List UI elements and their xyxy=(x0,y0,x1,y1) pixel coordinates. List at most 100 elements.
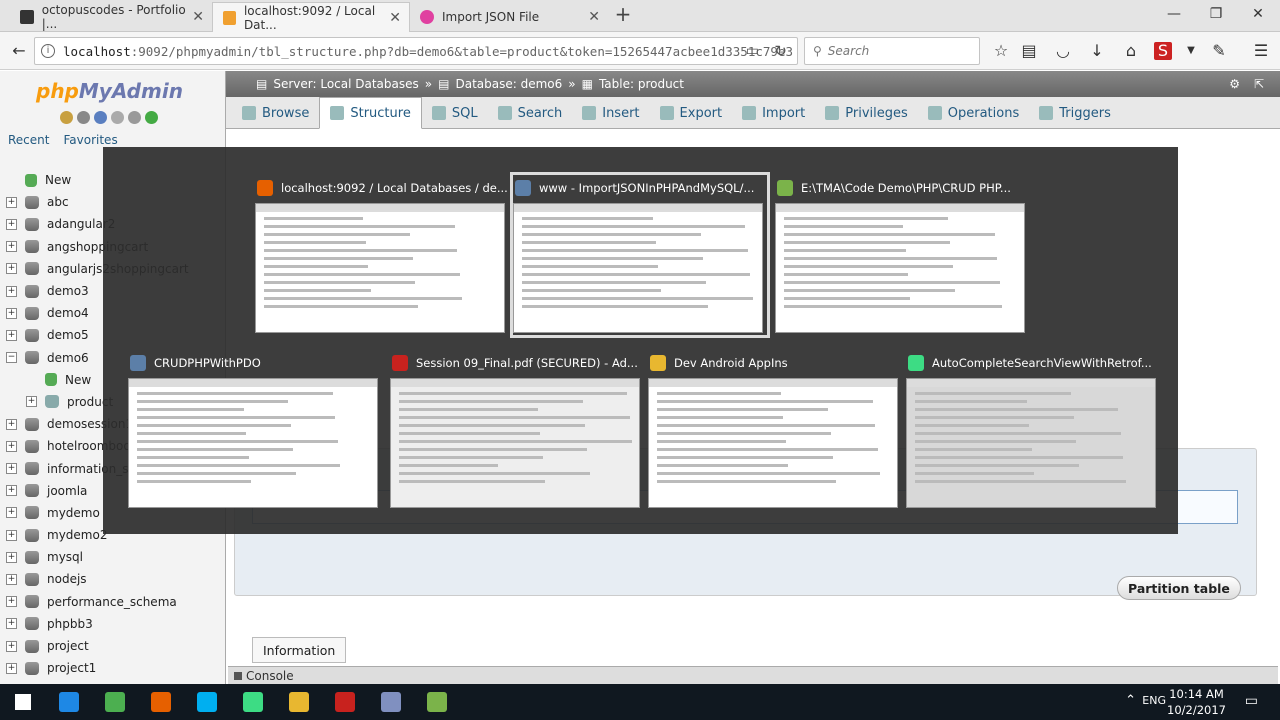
switcher-window[interactable]: localhost:9092 / Local Databases / de... xyxy=(255,175,509,335)
extension-icon[interactable]: ✎ xyxy=(1208,40,1230,62)
close-icon[interactable]: ✕ xyxy=(192,9,204,25)
address-bar[interactable]: i localhost:9092/phpmyadmin/tbl_structur… xyxy=(34,37,798,65)
close-icon[interactable]: ✕ xyxy=(588,9,600,25)
expand-icon[interactable]: + xyxy=(6,551,17,563)
expand-icon[interactable]: + xyxy=(6,529,17,541)
tab-operations[interactable]: Operations xyxy=(918,97,1029,129)
tab-browse[interactable]: Browse xyxy=(232,97,319,129)
expand-icon[interactable]: + xyxy=(6,329,17,341)
switcher-window[interactable]: CRUDPHPWithPDO xyxy=(128,350,382,510)
expand-icon[interactable]: + xyxy=(26,396,37,408)
language-indicator[interactable]: ENG xyxy=(1142,694,1166,707)
expand-icon[interactable]: + xyxy=(6,640,17,652)
information-button[interactable]: Information xyxy=(252,637,347,663)
help-icon[interactable] xyxy=(94,111,107,124)
clock[interactable]: 10:14 AM 10/2/2017 xyxy=(1167,686,1226,718)
acrobat-icon[interactable] xyxy=(322,684,368,720)
minimize-icon[interactable]: — xyxy=(1164,6,1184,26)
expand-icon[interactable]: + xyxy=(6,241,17,253)
skype-icon[interactable] xyxy=(184,684,230,720)
breadcrumb-server[interactable]: Server: Local Databases xyxy=(273,77,418,91)
switcher-window[interactable]: E:\TMA\Code Demo\PHP\CRUD PHP... xyxy=(775,175,1029,335)
tree-item[interactable]: + project xyxy=(6,635,220,657)
switcher-window[interactable]: Session 09_Final.pdf (SECURED) - Ad... xyxy=(390,350,644,510)
switcher-window[interactable]: www - ImportJSONInPHPAndMySQL/... xyxy=(510,172,770,338)
pocket-icon[interactable]: ◡ xyxy=(1052,40,1074,62)
search-input[interactable]: ⚲ Search xyxy=(804,37,980,65)
expand-icon[interactable]: + xyxy=(6,285,17,297)
close-icon[interactable]: ✕ xyxy=(389,10,401,26)
expand-icon[interactable]: + xyxy=(6,596,17,608)
tab-privileges[interactable]: Privileges xyxy=(815,97,918,129)
switcher-window[interactable]: AutoCompleteSearchViewWithRetrof... xyxy=(906,350,1160,510)
recent-tab[interactable]: Recent xyxy=(8,133,49,147)
app-icon[interactable] xyxy=(368,684,414,720)
phpmyadmin-logo[interactable]: phpMyAdmin xyxy=(36,79,183,103)
notifications-icon[interactable]: ▭ xyxy=(1245,693,1258,709)
expand-icon[interactable]: + xyxy=(6,196,17,208)
reload-icon[interactable]: ↻ xyxy=(774,42,787,60)
tab-search[interactable]: Search xyxy=(488,97,573,129)
expand-icon[interactable]: + xyxy=(6,218,17,230)
partition-table-button[interactable]: Partition table xyxy=(1117,576,1241,600)
breadcrumb-database[interactable]: Database: demo6 xyxy=(455,77,562,91)
reader-view-icon[interactable]: ▭ xyxy=(746,43,759,59)
extension-s-icon[interactable]: S xyxy=(1154,42,1172,60)
browser-tab-portfolio[interactable]: octopuscodes - Portfolio |... ✕ xyxy=(10,2,212,32)
expand-icon[interactable]: + xyxy=(6,573,17,585)
tab-import[interactable]: Import xyxy=(732,97,815,129)
new-tab-button[interactable]: + xyxy=(612,4,634,26)
tab-sql[interactable]: SQL xyxy=(422,97,488,129)
collapse-icon[interactable]: ⇱ xyxy=(1254,77,1264,91)
home-icon[interactable]: ⌂ xyxy=(1120,40,1142,62)
expand-icon[interactable]: + xyxy=(6,507,17,519)
firefox-icon[interactable] xyxy=(138,684,184,720)
tab-structure[interactable]: Structure xyxy=(319,97,422,129)
home-icon[interactable] xyxy=(60,111,73,124)
collapse-icon[interactable]: − xyxy=(6,352,17,364)
tree-item[interactable]: + performance_schema xyxy=(6,591,220,613)
back-icon[interactable]: ← xyxy=(8,40,30,62)
bookmark-star-icon[interactable]: ☆ xyxy=(990,40,1012,62)
chrome-icon[interactable] xyxy=(92,684,138,720)
tab-insert[interactable]: Insert xyxy=(572,97,649,129)
gear-icon[interactable] xyxy=(128,111,141,124)
tree-item[interactable]: + phpbb3 xyxy=(6,613,220,635)
edge-icon[interactable] xyxy=(46,684,92,720)
tab-export[interactable]: Export xyxy=(650,97,733,129)
close-window-icon[interactable]: ✕ xyxy=(1248,6,1268,26)
reload-icon[interactable] xyxy=(145,111,158,124)
browser-tab-import-json[interactable]: Import JSON File ✕ xyxy=(410,2,608,32)
menu-icon[interactable]: ☰ xyxy=(1250,40,1272,62)
tab-triggers[interactable]: Triggers xyxy=(1029,97,1121,129)
expand-icon[interactable]: + xyxy=(6,418,17,430)
favorites-tab[interactable]: Favorites xyxy=(63,133,117,147)
download-icon[interactable]: ↓ xyxy=(1086,40,1108,62)
expand-icon[interactable]: + xyxy=(6,463,17,475)
expand-icon[interactable]: + xyxy=(6,263,17,275)
chevron-up-icon[interactable]: ⌃ xyxy=(1125,693,1136,708)
android-studio-icon[interactable] xyxy=(230,684,276,720)
explorer-icon[interactable] xyxy=(276,684,322,720)
notepad-icon[interactable] xyxy=(414,684,460,720)
expand-icon[interactable]: + xyxy=(6,662,17,674)
expand-icon[interactable]: + xyxy=(6,307,17,319)
docs-icon[interactable] xyxy=(111,111,124,124)
expand-icon[interactable]: + xyxy=(6,485,17,497)
expand-icon[interactable]: + xyxy=(6,440,17,452)
switcher-window[interactable]: Dev Android AppIns xyxy=(648,350,902,510)
info-icon[interactable]: i xyxy=(41,44,55,58)
tree-item[interactable]: + nodejs xyxy=(6,568,220,590)
reading-list-icon[interactable]: ▤ xyxy=(1018,40,1040,62)
expand-icon[interactable]: + xyxy=(6,618,17,630)
logout-icon[interactable] xyxy=(77,111,90,124)
tree-item[interactable]: + project1 xyxy=(6,657,220,679)
breadcrumb-table[interactable]: Table: product xyxy=(599,77,684,91)
restore-icon[interactable]: ❐ xyxy=(1206,6,1226,26)
browser-tab-phpmyadmin[interactable]: localhost:9092 / Local Dat... ✕ xyxy=(212,2,410,32)
tree-item[interactable]: + mysql xyxy=(6,546,220,568)
start-icon[interactable] xyxy=(0,684,46,720)
chevron-down-icon[interactable]: ▼ xyxy=(1180,40,1202,62)
console-bar[interactable]: Console xyxy=(228,666,1278,684)
gear-icon[interactable]: ⚙ xyxy=(1229,77,1240,91)
